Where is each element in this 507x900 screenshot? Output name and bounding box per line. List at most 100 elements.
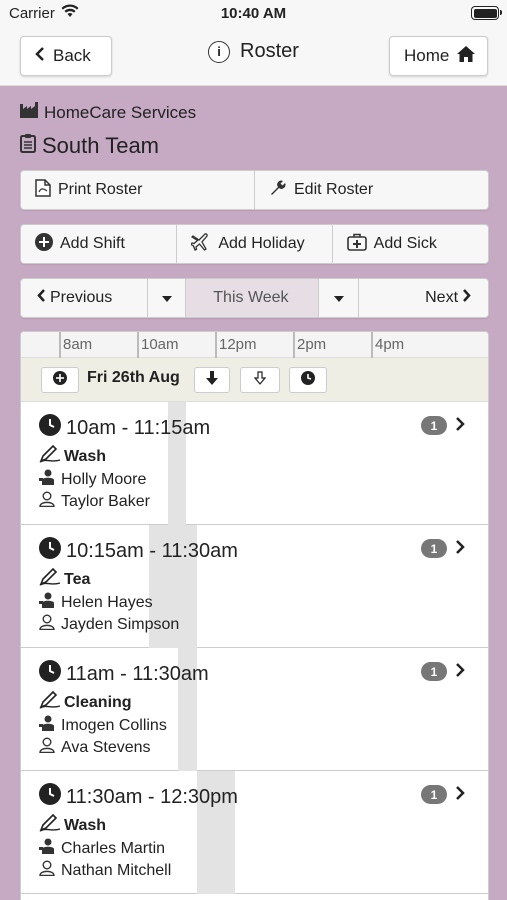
shift-time-text: 10am - 11:15am (66, 416, 211, 439)
shift-task-text: Wash (64, 816, 107, 834)
shift-client: Nathan Mitchell (39, 860, 171, 881)
shift-time: 11am - 11:30am (39, 660, 209, 688)
shift-task: Tea (39, 567, 91, 591)
home-button[interactable]: Home (389, 36, 488, 76)
add-sick-button[interactable]: Add Sick (333, 225, 488, 263)
timeline-tick: 12pm (215, 332, 257, 358)
organisation-heading: HomeCare Services (20, 102, 196, 123)
edit-roster-button[interactable]: Edit Roster (255, 171, 488, 209)
organisation-name: HomeCare Services (44, 102, 197, 122)
shift-client: Ava Stevens (39, 737, 151, 758)
previous-dropdown-button[interactable] (148, 279, 187, 317)
clock-icon (39, 660, 61, 688)
chevron-left-icon (37, 289, 46, 307)
next-week-button[interactable]: Next (359, 279, 488, 317)
shift-carer-name: Helen Hayes (61, 593, 153, 611)
chevron-right-icon[interactable] (455, 416, 465, 437)
navigation-bar: Back i Roster Home (0, 28, 507, 86)
edit-roster-label: Edit Roster (294, 181, 374, 198)
home-icon (457, 45, 476, 67)
carer-icon (39, 469, 55, 490)
shift-carer: Holly Moore (39, 469, 146, 490)
carer-icon (39, 715, 55, 736)
carer-icon (39, 838, 55, 859)
roster-panel: 8am 10am 12pm 2pm 4pm Fri 26th Aug 10am … (20, 331, 489, 900)
clock-icon (39, 537, 61, 565)
chevron-right-icon[interactable] (455, 539, 465, 560)
shift-time-text: 10:15am - 11:30am (66, 539, 238, 562)
shift-card[interactable]: 10am - 11:15am Wash Holly Moore Taylor B… (21, 402, 488, 525)
shift-card[interactable]: 10:15am - 11:30am Tea Helen Hayes Jayden… (21, 525, 488, 648)
shift-task: Wash (39, 813, 107, 837)
shift-carer-name: Charles Martin (61, 839, 166, 857)
shift-client: Taylor Baker (39, 491, 150, 512)
shift-carer: Helen Hayes (39, 592, 153, 613)
info-icon[interactable]: i (208, 40, 231, 63)
shift-count-badge: 1 (421, 662, 447, 681)
expand-day-button[interactable] (194, 367, 230, 393)
carer-icon (39, 592, 55, 613)
day-header: Fri 26th Aug (21, 358, 488, 402)
add-shift-button[interactable]: Add Shift (21, 225, 178, 263)
shift-task: Wash (39, 444, 107, 468)
building-icon (20, 102, 38, 123)
this-week-button[interactable]: This Week (186, 279, 319, 317)
shift-carer-name: Holly Moore (61, 470, 147, 488)
caret-down-icon (162, 289, 173, 307)
next-dropdown-button[interactable] (319, 279, 359, 317)
medical-icon (346, 233, 367, 256)
shift-time: 10:15am - 11:30am (39, 537, 238, 565)
add-sick-label: Add Sick (373, 235, 437, 252)
page-title-text: Roster (240, 40, 299, 62)
shift-count-badge: 1 (421, 785, 447, 804)
shift-time: 10am - 11:15am (39, 414, 210, 442)
timeline-tick: 10am (137, 332, 179, 358)
shift-time: 11:30am - 12:30pm (39, 783, 238, 811)
caret-down-icon (333, 289, 344, 307)
shift-task-text: Wash (64, 447, 107, 465)
roster-actions: Print Roster Edit Roster (20, 170, 489, 210)
shift-count-badge: 1 (421, 539, 447, 558)
pen-icon (39, 444, 61, 468)
pdf-icon (35, 178, 51, 202)
add-holiday-label: Add Holiday (218, 235, 305, 252)
chevron-right-icon (462, 289, 471, 307)
previous-week-button[interactable]: Previous (21, 279, 149, 317)
clock-icon (39, 414, 61, 442)
shift-client-name: Nathan Mitchell (61, 861, 172, 879)
shift-card[interactable]: 11:30am - 12:30pm Wash Charles Martin Na… (21, 771, 488, 894)
user-icon (39, 491, 55, 512)
time-view-button[interactable] (289, 367, 327, 393)
plus-circle-icon (53, 370, 67, 390)
scroll-down-button[interactable] (240, 367, 280, 393)
shift-count-badge: 1 (421, 416, 447, 435)
shift-time-text: 11:30am - 12:30pm (66, 785, 238, 808)
add-actions: Add Shift Add Holiday Add Sick (20, 224, 489, 264)
shift-task-text: Tea (64, 570, 91, 588)
timeline-header: 8am 10am 12pm 2pm 4pm (21, 332, 488, 358)
user-icon (39, 737, 55, 758)
shift-carer-name: Imogen Collins (61, 716, 167, 734)
timeline-tick: 4pm (371, 332, 404, 358)
pen-icon (39, 690, 61, 714)
team-name: South Team (42, 133, 160, 158)
print-roster-button[interactable]: Print Roster (21, 171, 255, 209)
this-week-label: This Week (213, 289, 289, 306)
user-icon (39, 614, 55, 635)
shift-carer: Imogen Collins (39, 715, 167, 736)
shift-card[interactable]: 11am - 11:30am Cleaning Imogen Collins A… (21, 648, 488, 771)
shift-client-name: Ava Stevens (61, 738, 151, 756)
chevron-right-icon[interactable] (455, 662, 465, 683)
clipboard-icon (20, 133, 36, 159)
add-day-shift-button[interactable] (41, 367, 79, 393)
shift-task-text: Cleaning (64, 693, 132, 711)
previous-label: Previous (50, 289, 113, 306)
battery-icon (471, 6, 502, 20)
shift-carer: Charles Martin (39, 838, 165, 859)
week-navigation: Previous This Week Next (20, 278, 489, 318)
chevron-right-icon[interactable] (455, 785, 465, 806)
print-roster-label: Print Roster (58, 181, 143, 198)
shift-client-name: Taylor Baker (61, 492, 150, 510)
plus-circle-icon (35, 232, 53, 256)
add-holiday-button[interactable]: Add Holiday (177, 225, 333, 263)
